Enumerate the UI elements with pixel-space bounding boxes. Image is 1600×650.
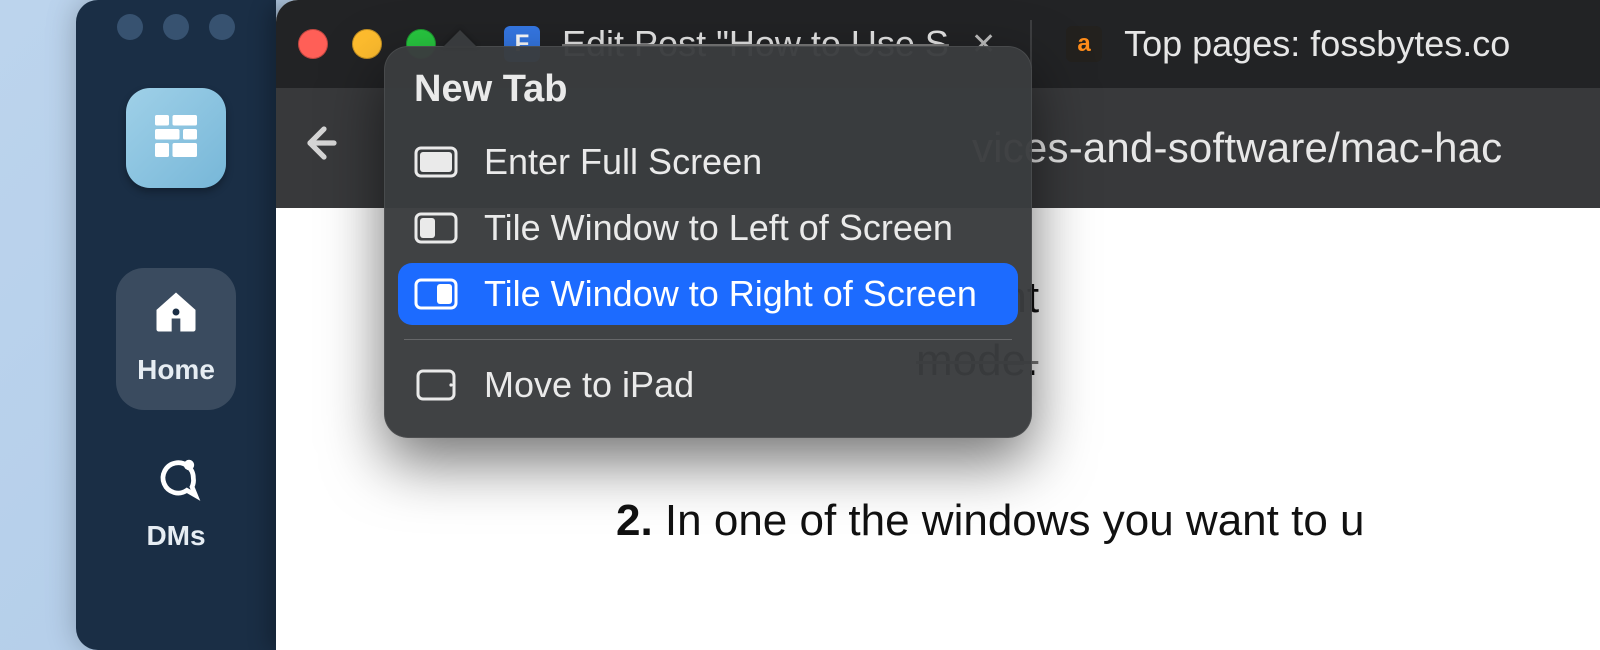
window-tiling-menu: New Tab Enter Full Screen Tile Window to… bbox=[384, 46, 1032, 438]
ipad-icon bbox=[414, 369, 458, 401]
menu-item-tile-right[interactable]: Tile Window to Right of Screen bbox=[398, 263, 1018, 325]
dock-dot bbox=[117, 14, 143, 40]
menu-item-label: Enter Full Screen bbox=[484, 141, 762, 183]
menu-item-label: Tile Window to Left of Screen bbox=[484, 207, 953, 249]
tile-left-icon bbox=[414, 212, 458, 244]
menu-item-label: Tile Window to Right of Screen bbox=[484, 273, 977, 315]
dock-item-label: DMs bbox=[146, 520, 205, 552]
tab-favicon-icon: a bbox=[1066, 26, 1102, 62]
app-dock: Home DMs bbox=[76, 0, 276, 650]
close-window-button[interactable] bbox=[298, 29, 328, 59]
dock-dot bbox=[209, 14, 235, 40]
menu-item-tile-left[interactable]: Tile Window to Left of Screen bbox=[398, 197, 1018, 259]
fullscreen-rect-icon bbox=[414, 146, 458, 178]
chat-icon bbox=[150, 452, 202, 504]
back-button[interactable] bbox=[294, 119, 342, 177]
menu-separator bbox=[404, 339, 1012, 340]
step-text: In one of the windows you want to u bbox=[653, 496, 1365, 545]
page-text-fragment: 2. In one of the windows you want to u bbox=[616, 491, 1540, 550]
tab-title: Top pages: fossbytes.co bbox=[1124, 23, 1510, 65]
dock-window-controls bbox=[117, 14, 235, 40]
step-number: 2. bbox=[616, 496, 653, 545]
dock-item-label: Home bbox=[137, 354, 215, 386]
menu-title: New Tab bbox=[398, 64, 1018, 127]
menu-item-move-to-ipad[interactable]: Move to iPad bbox=[398, 354, 1018, 416]
dock-item-dms[interactable]: DMs bbox=[116, 434, 236, 576]
workspace-logo-icon bbox=[148, 108, 204, 169]
browser-tab[interactable]: a Top pages: fossbytes.co bbox=[1036, 0, 1600, 88]
home-icon bbox=[150, 286, 202, 338]
menu-item-enter-fullscreen[interactable]: Enter Full Screen bbox=[398, 131, 1018, 193]
workspace-tile[interactable] bbox=[126, 88, 226, 188]
minimize-window-button[interactable] bbox=[352, 29, 382, 59]
dock-dot bbox=[163, 14, 189, 40]
menu-item-label: Move to iPad bbox=[484, 364, 694, 406]
tile-right-icon bbox=[414, 278, 458, 310]
dock-item-home[interactable]: Home bbox=[116, 268, 236, 410]
